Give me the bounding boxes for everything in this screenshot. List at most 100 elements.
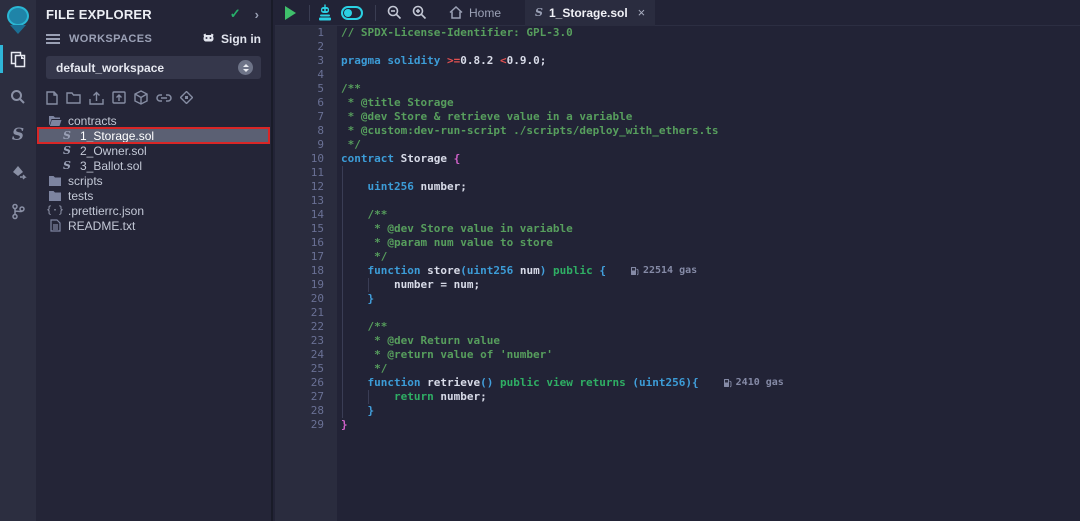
line-number: 21 — [275, 306, 337, 320]
sign-in-button[interactable]: Sign in — [201, 32, 261, 46]
activity-bar: S — [0, 0, 36, 521]
tree-item-label: contracts — [68, 114, 117, 128]
line-number: 3 — [275, 54, 337, 68]
line-number: 14 — [275, 208, 337, 222]
solidity-icon: S — [60, 129, 74, 142]
line-number: 23 — [275, 334, 337, 348]
code-line-15: * @dev Store value in variable — [337, 222, 1080, 236]
code-line-10: contract Storage { — [337, 152, 1080, 166]
import-url-icon[interactable] — [156, 92, 172, 104]
file-icon — [48, 219, 62, 232]
workspaces-label: WORKSPACES — [69, 33, 201, 45]
tree-item-3-ballot-sol[interactable]: S 3_Ballot.sol — [38, 158, 269, 173]
remix-ai-icon[interactable] — [317, 0, 333, 26]
workspace-selected-value: default_workspace — [56, 61, 238, 75]
gas-estimate-badge: 22514 gas — [630, 264, 697, 278]
folder-icon — [48, 175, 62, 187]
code-line-2 — [337, 40, 1080, 54]
code-line-3: pragma solidity >=0.8.2 <0.9.0; — [337, 54, 1080, 68]
line-number: 26 — [275, 376, 337, 390]
file-tree: contractsS1_Storage.solS2_Owner.solS3_Ba… — [36, 111, 271, 233]
line-number: 17 — [275, 250, 337, 264]
indent-guide — [368, 278, 369, 292]
gas-estimate-badge: 2410 gas — [723, 376, 784, 390]
tree-item-scripts[interactable]: scripts — [38, 173, 269, 188]
tree-item-tests[interactable]: tests — [38, 188, 269, 203]
code-line-19: number = num; — [337, 278, 1080, 292]
zoom-out-icon[interactable] — [387, 0, 402, 26]
line-number: 16 — [275, 236, 337, 250]
code-line-25: */ — [337, 362, 1080, 376]
code-line-7: * @dev Store & retrieve value in a varia… — [337, 110, 1080, 124]
line-number: 22 — [275, 320, 337, 334]
solidity-icon: S — [60, 144, 74, 157]
tab-1-storage-sol[interactable]: S 1_Storage.sol × — [525, 0, 655, 26]
line-number: 6 — [275, 96, 337, 110]
folder-icon — [48, 190, 62, 202]
remix-logo-icon[interactable] — [0, 0, 36, 40]
line-number: 2 — [275, 40, 337, 54]
accept-check-icon[interactable]: ✓ — [230, 6, 241, 22]
tree-item-1-storage-sol[interactable]: S 1_Storage.sol — [38, 128, 269, 143]
line-number: 12 — [275, 180, 337, 194]
workspace-actions-icon[interactable] — [180, 91, 193, 104]
tree-item-label: 3_Ballot.sol — [80, 159, 142, 173]
tree-item-label: scripts — [68, 174, 103, 188]
code-line-23: * @dev Return value — [337, 334, 1080, 348]
tree-item-readme-txt[interactable]: README.txt — [38, 218, 269, 233]
tree-item-label: 1_Storage.sol — [80, 129, 154, 143]
line-number: 24 — [275, 348, 337, 362]
panel-title: FILE EXPLORER — [46, 7, 230, 22]
new-file-icon[interactable] — [46, 91, 58, 105]
editor-region: Home S 1_Storage.sol × 12345678910111213… — [275, 0, 1080, 521]
ai-copilot-toggle[interactable] — [341, 6, 363, 20]
tree-item-label: README.txt — [68, 219, 135, 233]
search-icon[interactable] — [0, 78, 36, 116]
tree-item-2-owner-sol[interactable]: S 2_Owner.sol — [38, 143, 269, 158]
code-line-1: // SPDX-License-Identifier: GPL-3.0 — [337, 26, 1080, 40]
tree-item-label: 2_Owner.sol — [80, 144, 147, 158]
zoom-in-icon[interactable] — [412, 0, 427, 26]
line-number: 28 — [275, 404, 337, 418]
editor-tabbar: Home S 1_Storage.sol × — [275, 0, 1080, 26]
solidity-compiler-icon[interactable]: S — [0, 116, 36, 154]
code-line-27: return number; — [337, 390, 1080, 404]
upload-folder-icon[interactable] — [112, 91, 126, 104]
indent-guide — [368, 390, 369, 404]
json-icon: {·} — [48, 205, 62, 216]
indent-guide — [342, 166, 343, 418]
tab-close-icon[interactable]: × — [638, 5, 646, 20]
line-number: 11 — [275, 166, 337, 180]
deploy-run-icon[interactable] — [0, 154, 36, 192]
expand-chevron-icon[interactable]: › — [255, 7, 259, 22]
tab-home[interactable]: Home — [439, 0, 511, 26]
code-line-24: * @return value of 'number' — [337, 348, 1080, 362]
code-editor[interactable]: // SPDX-License-Identifier: GPL-3.0 pragm… — [337, 26, 1080, 521]
code-line-21 — [337, 306, 1080, 320]
import-ipfs-icon[interactable] — [134, 90, 148, 105]
line-number: 19 — [275, 278, 337, 292]
remix-ide-window: S FILE EXPLORER ✓ › WORKSPACES — [0, 0, 1080, 521]
code-line-28: } — [337, 404, 1080, 418]
solidity-icon: S — [60, 159, 74, 172]
upload-file-icon[interactable] — [89, 91, 104, 105]
line-number: 10 — [275, 152, 337, 166]
new-folder-icon[interactable] — [66, 91, 81, 104]
line-number: 27 — [275, 390, 337, 404]
workspace-select[interactable]: default_workspace — [46, 56, 261, 79]
code-line-16: * @param num value to store — [337, 236, 1080, 250]
code-line-11 — [337, 166, 1080, 180]
workspaces-menu-icon[interactable] — [46, 34, 60, 44]
code-line-6: * @title Storage — [337, 96, 1080, 110]
workspace-select-caret-icon — [238, 60, 253, 75]
tree-item-contracts[interactable]: contracts — [38, 113, 269, 128]
line-number: 15 — [275, 222, 337, 236]
github-icon — [201, 33, 216, 46]
code-line-18: function store(uint256 num) public {2251… — [337, 264, 1080, 278]
file-explorer-icon[interactable] — [0, 40, 36, 78]
git-icon[interactable] — [0, 192, 36, 230]
file-explorer-panel: FILE EXPLORER ✓ › WORKSPACES Sign in def… — [36, 0, 273, 521]
tree-item--prettierrc-json[interactable]: {·}.prettierrc.json — [38, 203, 269, 218]
run-script-button[interactable] — [285, 0, 296, 26]
line-number: 29 — [275, 418, 337, 432]
